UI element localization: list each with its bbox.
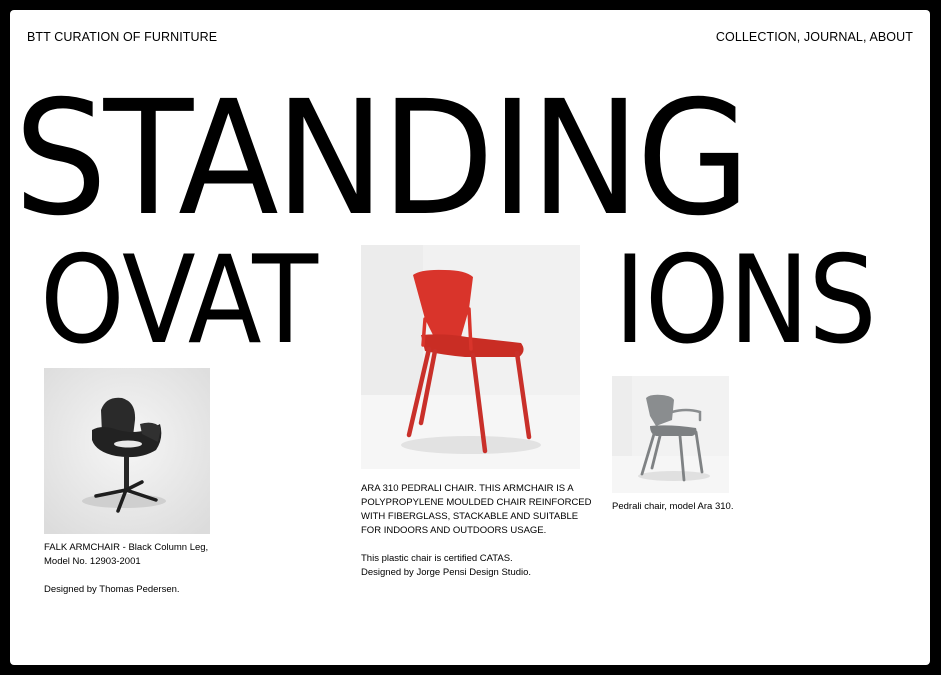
caption-line: Model No. 12903-2001 [44,556,141,567]
caption-line: POLYPROPYLENE MOULDED CHAIR REINFORCED [361,497,592,508]
product-caption-ara-310: ARA 310 PEDRALI CHAIR. THIS ARMCHAIR IS … [361,482,592,580]
caption-designer: Designed by Jorge Pensi Design Studio. [361,567,532,578]
brand-logo[interactable]: BTT CURATION OF FURNITURE [27,30,217,44]
nav-collection[interactable]: COLLECTION [716,30,797,44]
headline-line-1: STANDING [14,67,750,251]
nav-journal[interactable]: JOURNAL [804,30,863,44]
product-image-ara-310-grey[interactable] [612,376,729,493]
caption-line: Pedrali chair, model Ara 310. [612,501,734,512]
red-stacking-chair-icon [361,245,580,469]
caption-note: This plastic chair is certified CATAS. [361,553,513,564]
product-caption-ara-310-grey: Pedrali chair, model Ara 310. [612,500,733,514]
caption-designer: Designed by Thomas Pedersen. [44,584,180,595]
product-image-ara-310-red[interactable] [361,245,580,469]
caption-line: ARA 310 PEDRALI CHAIR. THIS ARMCHAIR IS … [361,483,574,494]
grey-armchair-icon [612,376,729,493]
headline-line-2-right: IONS [614,230,877,371]
caption-line: WITH FIBERGLASS, STACKABLE AND SUITABLE [361,511,579,522]
product-caption-falk: FALK ARMCHAIR - Black Column Leg, Model … [44,541,208,597]
caption-line: FOR INDOORS AND OUTDOORS USAGE. [361,525,547,536]
page: BTT CURATION OF FURNITURE COLLECTION, JO… [10,10,930,665]
headline-line-2-left: OVAT [40,230,318,371]
product-image-falk-armchair[interactable] [44,368,210,534]
main-nav: COLLECTION, JOURNAL, ABOUT [716,30,913,44]
nav-about[interactable]: ABOUT [869,30,913,44]
nav-separator: , [796,30,804,44]
caption-line: FALK ARMCHAIR - Black Column Leg, [44,542,209,553]
black-swivel-armchair-icon [44,368,210,534]
